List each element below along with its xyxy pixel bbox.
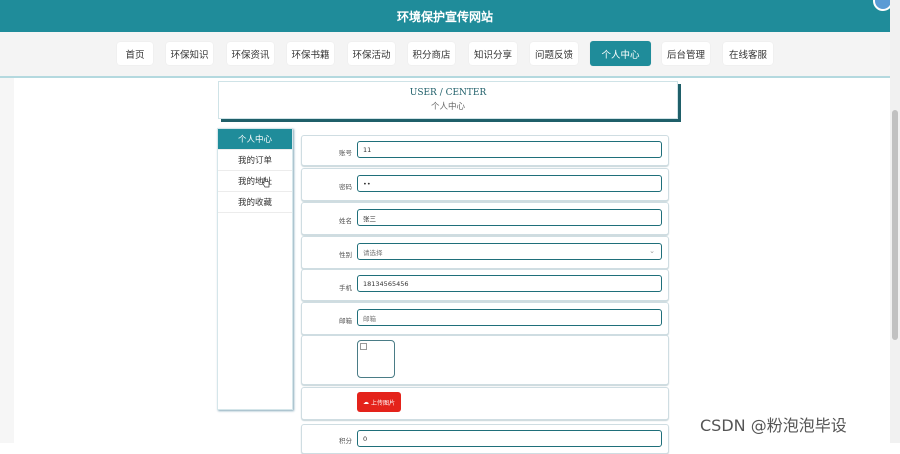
chevron-down-icon: ⌄ [649,247,655,255]
points-label: 积分 [339,437,352,445]
name-label: 姓名 [339,217,352,225]
nav-home[interactable]: 首页 [117,42,153,65]
account-value: 11 [363,145,372,154]
name-input[interactable]: 张三 [357,209,662,226]
name-value: 张三 [363,214,376,223]
nav-online-service[interactable]: 在线客服 [723,42,773,65]
section-header-en: USER / CENTER [409,88,487,98]
password-input[interactable]: •• [357,175,662,192]
form-row-avatar-image [301,335,669,385]
points-value: 0 [363,434,368,443]
nav-env-news[interactable]: 环保资讯 [227,42,274,65]
sidebar-item-address[interactable]: 我的地址 [218,171,292,192]
scrollbar[interactable] [890,0,900,443]
scrollbar-thumb[interactable] [892,110,898,340]
form-row-upload: ☁ 上传图片 [301,387,669,420]
form-row-gender: 性别 请选择 ⌄ [301,236,669,269]
sidebar-item-user-center[interactable]: 个人中心 [218,129,292,150]
hand-cursor-icon [262,177,270,188]
site-title-bar: 环境保护宣传网站 [0,0,890,32]
password-label: 密码 [339,183,352,191]
form-row-phone: 手机 18134565456 [301,269,669,301]
watermark: CSDN @粉泡泡毕设 [700,416,847,435]
nav-user-center[interactable]: 个人中心 [590,41,651,66]
nav-feedback[interactable]: 问题反馈 [530,42,578,65]
upload-image-button[interactable]: ☁ 上传图片 [357,392,401,412]
phone-input[interactable]: 18134565456 [357,275,662,292]
nav-admin[interactable]: 后台管理 [662,42,710,65]
form-row-email: 邮箱 邮箱 [301,302,669,335]
gender-label: 性别 [339,251,352,259]
section-header: USER / CENTER 个人中心 [218,81,678,119]
phone-value: 18134565456 [363,279,409,288]
avatar-image-preview [357,340,395,378]
nav-env-books[interactable]: 环保书籍 [287,42,334,65]
account-input[interactable]: 11 [357,141,662,158]
left-gutter [0,78,14,443]
nav-knowledge-share[interactable]: 知识分享 [469,42,517,65]
form-row-password: 密码 •• [301,168,669,201]
nav-env-activities[interactable]: 环保活动 [348,42,395,65]
email-value: 邮箱 [363,314,376,323]
account-label: 账号 [339,149,352,157]
user-sidebar: 个人中心 我的订单 我的地址 我的收藏 [217,128,293,410]
upload-button-label: 上传图片 [370,399,395,407]
broken-image-icon [360,343,367,350]
nav-env-knowledge[interactable]: 环保知识 [166,42,213,65]
form-row-points: 积分 0 [301,424,669,454]
site-title: 环境保护宣传网站 [396,9,493,24]
password-value: •• [363,179,371,188]
form-row-account: 账号 11 [301,135,669,166]
main-nav: 首页 环保知识 环保资讯 环保书籍 环保活动 积分商店 知识分享 问题反馈 个人… [0,32,890,78]
email-label: 邮箱 [339,317,352,325]
section-header-cn: 个人中心 [430,102,465,112]
nav-points-shop[interactable]: 积分商店 [408,42,455,65]
sidebar-item-favorites[interactable]: 我的收藏 [218,192,292,213]
phone-label: 手机 [339,284,352,292]
cloud-upload-icon: ☁ [362,398,369,406]
gender-placeholder: 请选择 [363,248,383,257]
form-row-name: 姓名 张三 [301,202,669,235]
sidebar-item-orders[interactable]: 我的订单 [218,150,292,171]
email-input[interactable]: 邮箱 [357,309,662,326]
points-input[interactable]: 0 [357,430,662,447]
gender-select[interactable]: 请选择 ⌄ [357,243,662,260]
